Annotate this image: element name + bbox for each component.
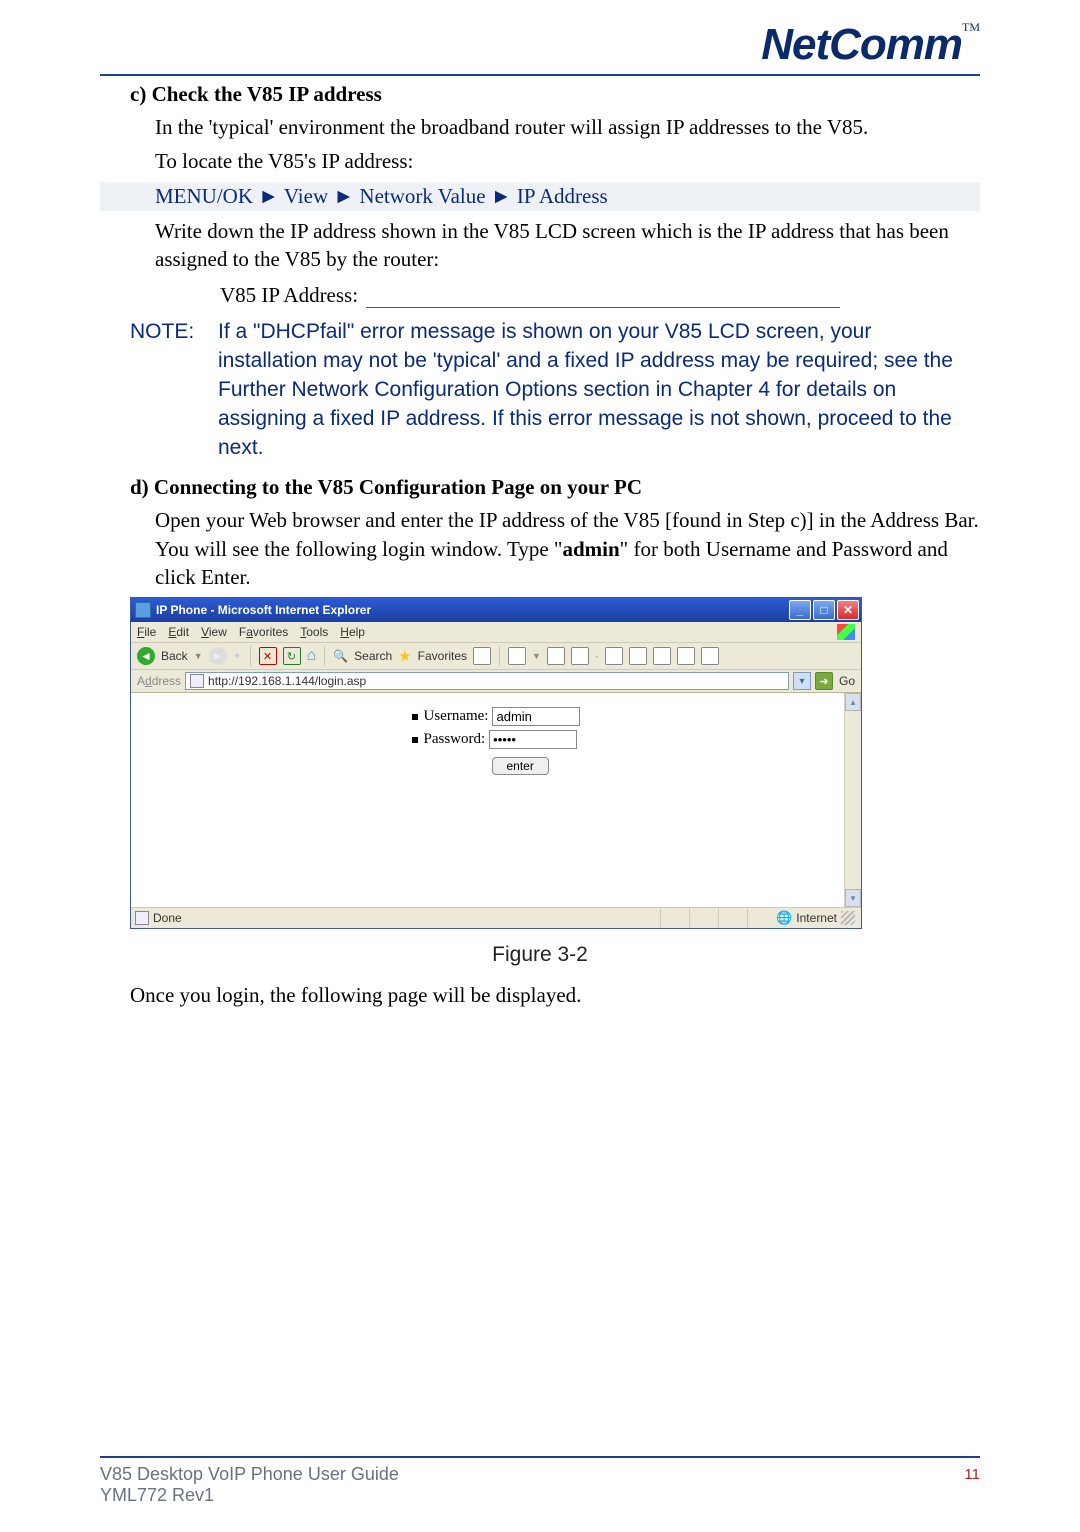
scroll-up-icon[interactable]: ▴ [845,693,861,711]
ie-menubar: File Edit View Favorites Tools Help [131,622,861,643]
footer-divider [100,1456,980,1458]
after-figure-text: Once you login, the following page will … [100,981,980,1009]
menu-file[interactable]: File [137,625,156,639]
status-cell [718,908,747,928]
ie-title-text: IP Phone - Microsoft Internet Explorer [156,603,787,617]
password-input[interactable] [489,730,577,749]
document-page: NetCommTM c) Check the V85 IP address In… [0,0,1080,1400]
favorites-icon[interactable]: ★ [398,647,411,665]
forward-button[interactable]: ► [209,647,227,665]
page-icon [190,674,204,688]
history-button[interactable] [473,647,491,665]
ip-address-label: V85 IP Address: [220,283,358,308]
page-footer: V85 Desktop VoIP Phone User Guide YML772… [100,1456,980,1506]
note-text: If a "DHCPfail" error message is shown o… [218,318,980,463]
status-done: Done [153,911,182,925]
menu-tools[interactable]: Tools [300,625,328,639]
ie-window: IP Phone - Microsoft Internet Explorer _… [130,597,862,929]
section-d-heading: d) Connecting to the V85 Configuration P… [100,475,980,500]
favorites-label[interactable]: Favorites [418,649,467,663]
logo-tm: TM [962,20,980,34]
menu-path: MENU/OK ► View ► Network Value ► IP Addr… [100,182,980,211]
mail-chevron-icon[interactable]: ▼ [532,651,541,661]
windows-flag-icon [837,624,855,640]
ip-address-blank: V85 IP Address: [100,283,980,308]
url-text: http://192.168.1.144/login.asp [208,674,366,688]
toolbar-sep3 [499,646,500,666]
search-icon[interactable]: 🔍 [333,649,348,663]
section-c-p3: Write down the IP address shown in the V… [100,217,980,274]
ie-app-icon [135,602,151,618]
ie-titlebar[interactable]: IP Phone - Microsoft Internet Explorer _… [131,598,861,622]
maximize-button[interactable]: □ [813,600,835,620]
go-label[interactable]: Go [839,674,855,688]
ip-underline [366,289,840,308]
menu-edit[interactable]: Edit [168,625,189,639]
toolbar-icon-c[interactable] [653,647,671,665]
bullet-icon [412,737,418,743]
header-divider [100,74,980,76]
figure-caption: Figure 3-2 [100,943,980,967]
page-number: 11 [964,1466,980,1483]
section-c-p2: To locate the V85's IP address: [100,147,980,175]
section-d-p1: Open your Web browser and enter the IP a… [100,506,980,591]
login-form: Username: Password: enter [412,707,581,907]
back-button[interactable]: ◄ [137,647,155,665]
menu-help[interactable]: Help [340,625,365,639]
enter-button[interactable]: enter [492,757,549,775]
bullet-icon [412,714,418,720]
go-button[interactable]: ➜ [815,672,833,690]
internet-icon: 🌐 [776,910,792,926]
mail-button[interactable] [508,647,526,665]
refresh-button[interactable]: ↻ [283,647,301,665]
ie-addressbar: Address http://192.168.1.144/login.asp ▾… [131,670,861,693]
section-c-p1: In the 'typical' environment the broadba… [100,113,980,141]
menu-view[interactable]: View [201,625,227,639]
resize-grip-icon[interactable] [841,911,855,925]
stop-button[interactable]: ✕ [259,647,277,665]
address-dropdown-icon[interactable]: ▾ [793,672,811,690]
address-input[interactable]: http://192.168.1.144/login.asp [185,672,789,690]
note-label: NOTE: [130,318,218,463]
forward-chevron-icon[interactable]: ▼ [233,651,242,661]
logo-text: NetComm [761,20,962,69]
print-button[interactable] [547,647,565,665]
search-label[interactable]: Search [354,649,392,663]
ie-statusbar: Done 🌐 Internet [131,907,861,928]
password-label: Password: [424,731,486,748]
status-cell [689,908,718,928]
section-d-p1b: admin [562,537,619,561]
ie-viewport: Username: Password: enter ▴ ▾ [131,693,861,907]
username-input[interactable] [492,707,580,726]
brand-logo: NetCommTM [100,20,980,70]
toolbar-icon-b[interactable] [629,647,647,665]
edit-button[interactable] [571,647,589,665]
vertical-scrollbar[interactable]: ▴ ▾ [844,693,861,907]
toolbar-icon-e[interactable] [701,647,719,665]
toolbar-icon-a[interactable] [605,647,623,665]
ie-toolbar: ◄ Back ▼ ► ▼ ✕ ↻ ⌂ 🔍 Search ★ Favorites … [131,643,861,670]
back-chevron-icon[interactable]: ▼ [194,651,203,661]
status-zone: Internet [796,911,837,925]
status-cell [660,908,689,928]
menu-favorites[interactable]: Favorites [239,625,288,639]
close-button[interactable]: ✕ [837,600,859,620]
done-icon [135,911,149,925]
toolbar-sep [250,646,251,666]
toolbar-sep2 [324,646,325,666]
username-label: Username: [424,708,489,725]
minimize-button[interactable]: _ [789,600,811,620]
footer-line1: V85 Desktop VoIP Phone User Guide [100,1464,399,1485]
home-button[interactable]: ⌂ [307,647,317,665]
footer-line2: YML772 Rev1 [100,1485,399,1506]
section-c-heading: c) Check the V85 IP address [100,82,980,107]
status-cell [747,908,776,928]
back-label[interactable]: Back [161,649,188,663]
toolbar-icon-d[interactable] [677,647,695,665]
note-block: NOTE: If a "DHCPfail" error message is s… [100,318,980,463]
scroll-down-icon[interactable]: ▾ [845,889,861,907]
